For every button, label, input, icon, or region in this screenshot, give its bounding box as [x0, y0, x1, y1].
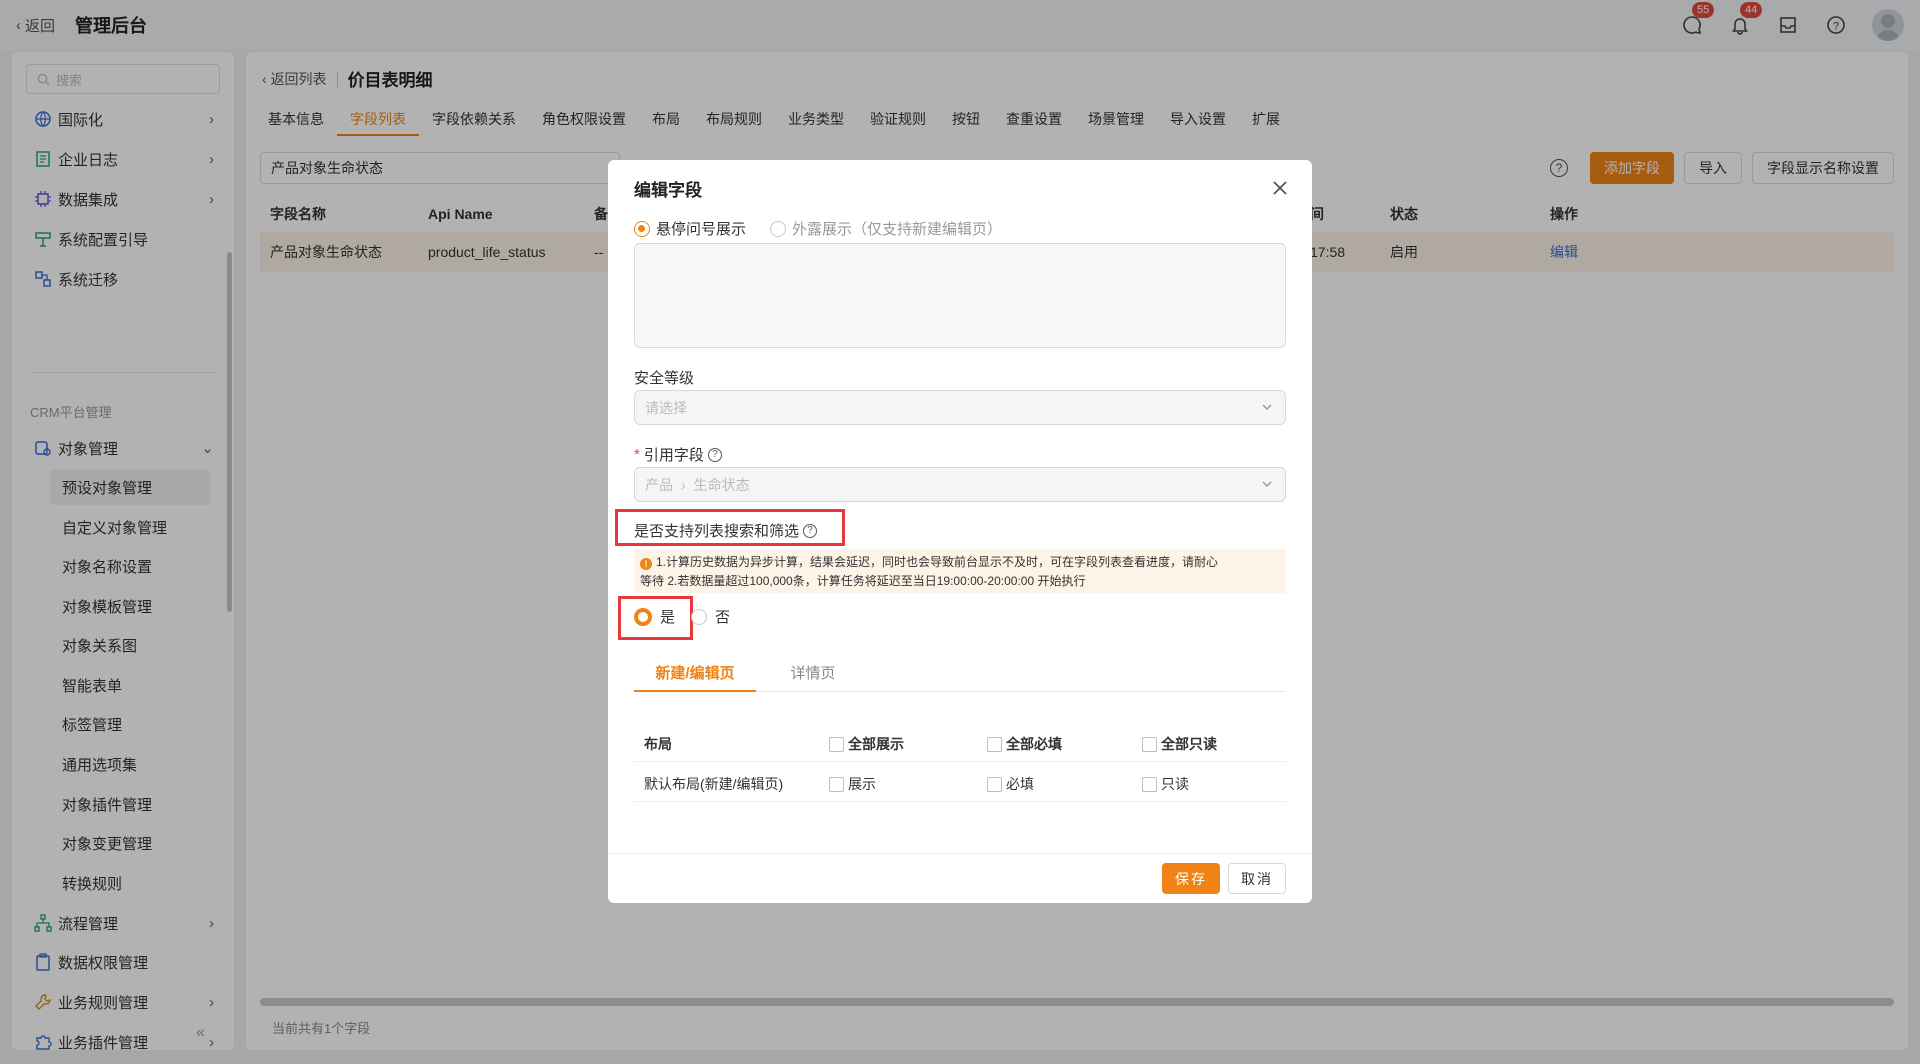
search-filter-label: 是否支持列表搜索和筛选 ? [634, 520, 818, 541]
table-header: 布局 全部展示 全部必填 全部只读 [634, 722, 1286, 762]
cancel-button[interactable]: 取消 [1228, 863, 1286, 894]
dialog-footer: 保存 取消 [608, 853, 1312, 903]
ref-field-label: * 引用字段 ? [634, 444, 722, 465]
checkbox[interactable] [829, 776, 844, 792]
required-checkbox[interactable]: 必填 [987, 774, 1034, 794]
tab-detail-page[interactable]: 详情页 [768, 662, 858, 692]
layout-subtabs: 新建/编辑页 详情页 [634, 662, 1286, 692]
help-text-area[interactable] [634, 243, 1286, 348]
checkbox[interactable] [987, 776, 1002, 792]
question-icon[interactable]: ? [707, 447, 722, 462]
security-level-select[interactable]: 请选择 [634, 390, 1286, 425]
help-display-options: 悬停问号展示 外露展示（仅支持新建编辑页） [634, 218, 1002, 239]
warning-icon: ! [640, 558, 652, 570]
checkbox[interactable] [987, 736, 1002, 752]
save-button[interactable]: 保存 [1162, 863, 1220, 894]
chevron-right-icon: › [681, 476, 686, 493]
required-all-checkbox[interactable]: 全部必填 [987, 734, 1062, 754]
required-marker: * [634, 446, 640, 463]
security-level-label: 安全等级 [634, 370, 695, 387]
show-checkbox[interactable]: 展示 [829, 774, 876, 794]
yes-radio[interactable] [634, 607, 652, 626]
help-hover-radio[interactable] [634, 220, 650, 237]
checkbox[interactable] [1142, 736, 1157, 752]
no-radio[interactable] [691, 608, 708, 625]
search-filter-options: 是 否 [634, 606, 730, 627]
chevron-down-icon [1262, 481, 1272, 487]
dialog-title: 编辑字段 [634, 181, 702, 200]
async-calc-notice: ! 1.计算历史数据为异步计算，结果会延迟，同时也会导致前台显示不及时，可在字段列… [634, 549, 1286, 593]
readonly-all-checkbox[interactable]: 全部只读 [1142, 734, 1217, 754]
table-row: 默认布局(新建/编辑页) 展示 必填 只读 [634, 762, 1286, 802]
ref-field-select[interactable]: 产品 › 生命状态 [634, 467, 1286, 502]
tab-new-edit-page[interactable]: 新建/编辑页 [634, 662, 756, 692]
edit-field-dialog: 编辑字段 悬停问号展示 外露展示（仅支持新建编辑页） 安全等级 请选择 * 引用… [608, 160, 1312, 903]
readonly-checkbox[interactable]: 只读 [1142, 774, 1189, 794]
help-exposed-radio[interactable] [770, 220, 787, 237]
show-all-checkbox[interactable]: 全部展示 [829, 734, 904, 754]
question-icon[interactable]: ? [803, 523, 818, 538]
close-icon[interactable] [1270, 178, 1290, 198]
checkbox[interactable] [1142, 776, 1157, 792]
checkbox[interactable] [829, 736, 844, 752]
chevron-down-icon [1262, 404, 1272, 410]
